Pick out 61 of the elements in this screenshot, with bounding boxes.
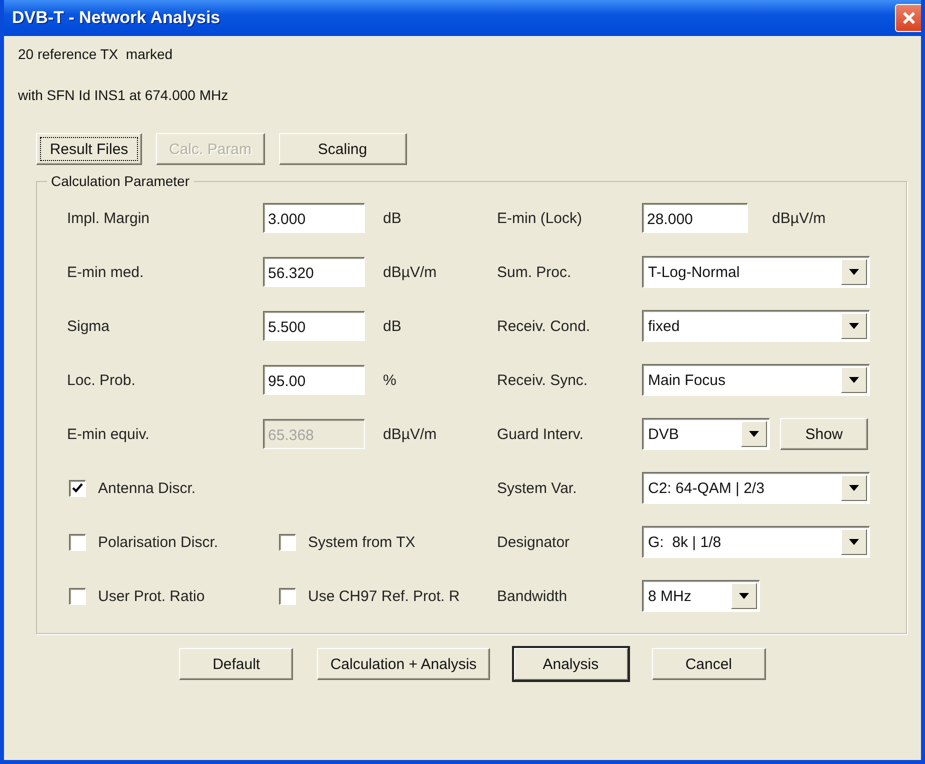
dropdown[interactable]: T-Log-Normal (642, 256, 870, 288)
dropdown[interactable]: G: 8k | 1/8 (642, 526, 870, 558)
checkbox-label: Polarisation Discr. (98, 534, 218, 550)
unit-label: dB (383, 318, 402, 334)
field-label: E-min (Lock) (497, 210, 584, 226)
unit-label: % (383, 372, 398, 388)
info-text: 20 reference TX marked (18, 46, 174, 62)
field-label: Receiv. Cond. (497, 318, 592, 334)
field-label: Impl. Margin (67, 210, 151, 226)
unit-label: dBµV/m (383, 426, 438, 442)
unit-label: dBµV/m (772, 210, 826, 226)
dropdown[interactable]: fixed (642, 310, 870, 342)
dropdown-arrow-icon (849, 485, 859, 491)
unit-label: dB (383, 210, 402, 226)
checkbox[interactable] (69, 588, 86, 604)
checkbox[interactable] (279, 534, 296, 550)
dropdown-arrow-icon (849, 269, 859, 275)
dropdown[interactable]: DVB (642, 418, 770, 450)
checkbox-label: Antenna Discr. (98, 480, 196, 496)
input-field[interactable]: 5.500 (263, 311, 365, 341)
dropdown[interactable]: Main Focus (642, 364, 870, 396)
field-label: Loc. Prob. (67, 372, 136, 388)
field-label: System Var. (497, 480, 578, 496)
unit-label: dBµV/m (383, 264, 438, 280)
input-field[interactable]: 56.320 (263, 257, 365, 287)
field-label: Designator (497, 534, 571, 550)
dropdown[interactable]: C2: 64-QAM | 2/3 (642, 472, 870, 504)
group-title: Calculation Parameter (50, 173, 191, 189)
dialog-button[interactable]: Cancel (652, 648, 766, 680)
toolbar-button[interactable]: Result Files (36, 133, 142, 165)
show-button[interactable]: Show (780, 418, 868, 450)
dropdown-arrow-icon (849, 323, 859, 329)
dialog-button[interactable]: Analysis (514, 648, 628, 680)
field-label: Bandwidth (497, 588, 568, 604)
close-icon (902, 11, 916, 25)
checkbox-label: Use CH97 Ref. Prot. R (308, 588, 460, 604)
input-field[interactable]: 28.000 (642, 203, 748, 233)
checkbox-label: System from TX (308, 534, 416, 550)
dialog-button[interactable]: Default (179, 648, 294, 680)
dropdown-arrow-icon (749, 431, 759, 437)
checkbox[interactable] (69, 534, 86, 550)
checkbox-label: User Prot. Ratio (98, 588, 205, 604)
dropdown-arrow-icon (849, 539, 859, 545)
dropdown-arrow-icon (849, 377, 859, 383)
close-button[interactable] (895, 4, 921, 32)
input-field[interactable]: 95.00 (263, 365, 365, 395)
toolbar-button[interactable]: Scaling (278, 133, 407, 165)
field-label: Guard Interv. (497, 426, 584, 442)
dropdown[interactable]: 8 MHz (642, 580, 760, 612)
field-label: Receiv. Sync. (497, 372, 589, 388)
dropdown-arrow-icon (739, 593, 749, 599)
field-label: Sigma (67, 318, 111, 334)
field-label: E-min med. (67, 264, 145, 280)
input-field[interactable]: 3.000 (263, 203, 365, 233)
field-label: Sum. Proc. (497, 264, 572, 280)
checkbox[interactable] (279, 588, 296, 604)
info-text: with SFN Id INS1 at 674.000 MHz (18, 87, 230, 103)
dialog-button[interactable]: Calculation + Analysis (317, 648, 490, 680)
window-title: DVB-T - Network Analysis (12, 8, 220, 28)
checkbox[interactable] (69, 480, 86, 496)
field-label: E-min equiv. (67, 426, 150, 442)
